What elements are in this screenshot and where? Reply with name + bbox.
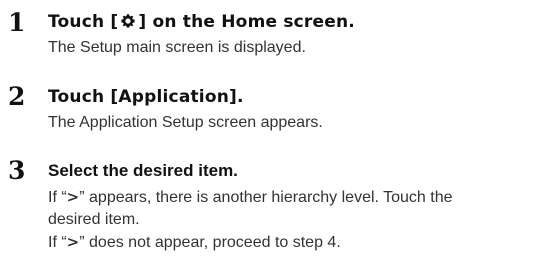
- step-2-body-line: The Application Setup screen appears.: [48, 114, 323, 131]
- chevron-right-icon: >: [66, 188, 80, 206]
- chevron-right-icon: >: [66, 233, 80, 251]
- step-2-body: The Application Setup screen appears.: [48, 112, 556, 134]
- step-1-body: The Setup main screen is displayed.: [48, 37, 556, 59]
- step-2-title: Touch [Application].: [48, 87, 244, 107]
- step-1-title-prefix: Touch [: [48, 12, 119, 32]
- step-3-title: Select the desired item.: [48, 161, 238, 180]
- step-3-line3-before: If “: [48, 234, 67, 251]
- gear-icon: [120, 13, 136, 29]
- step-3-body-line-3: If “>” does not appear, proceed to step …: [48, 231, 556, 254]
- step-1-body-line: The Setup main screen is displayed.: [48, 39, 306, 56]
- step-2-number: 2: [8, 82, 26, 111]
- step-3-line1-after: ” appears, there is another hierarchy le…: [79, 189, 453, 206]
- step-3-body-line-2: desired item.: [48, 211, 140, 228]
- step-1-title-suffix: ] on the Home screen.: [138, 12, 355, 32]
- step-3-number: 3: [8, 156, 26, 185]
- step-3-line1-before: If “: [48, 189, 67, 206]
- step-3-line3-after: ” does not appear, proceed to step 4.: [79, 234, 341, 251]
- step-3-body: If “>” appears, there is another hierarc…: [48, 186, 556, 254]
- step-1-title: Touch [ ] on the Home screen.: [48, 12, 355, 32]
- step-1-number: 1: [8, 8, 26, 37]
- step-3-body-line-1: If “>” appears, there is another hierarc…: [48, 186, 556, 209]
